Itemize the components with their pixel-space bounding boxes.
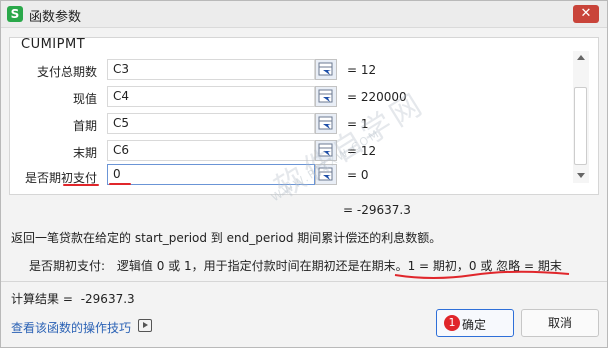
- function-arguments-dialog: S 函数参数 ✕ CUMIPMT 支付总期数 C3 = 12 现值 C4 = 2…: [0, 0, 608, 348]
- range-select-icon: [318, 62, 333, 76]
- scroll-thumb[interactable]: [574, 87, 587, 165]
- range-select-icon: [318, 89, 333, 103]
- close-icon: ✕: [580, 6, 592, 21]
- divider: [1, 281, 607, 282]
- parameter-description-label: 是否期初支付:: [29, 259, 106, 273]
- close-button[interactable]: ✕: [573, 5, 599, 23]
- param-label-pv: 现值: [72, 92, 97, 106]
- annotation-underline: [63, 184, 99, 186]
- function-description: 返回一笔贷款在给定的 start_period 到 end_period 期间累…: [11, 231, 442, 245]
- param-result-nper: = 12: [347, 63, 377, 77]
- param-label-end: 末期: [72, 146, 97, 160]
- cancel-button[interactable]: 取消: [521, 309, 599, 337]
- param-input-nper[interactable]: C3: [107, 59, 315, 80]
- scroll-down-icon[interactable]: [577, 173, 585, 178]
- wps-app-icon: S: [7, 6, 23, 22]
- param-input-pv[interactable]: C4: [107, 86, 315, 107]
- annotation-underline: [109, 183, 131, 185]
- video-icon[interactable]: [138, 319, 152, 332]
- annotation-wavy-underline: [394, 270, 570, 279]
- calculation-result-label: 计算结果 =: [11, 292, 73, 306]
- scroll-up-icon[interactable]: [577, 55, 585, 60]
- arguments-scrollbar[interactable]: [573, 51, 589, 183]
- param-label-nper: 支付总期数: [36, 65, 97, 79]
- function-name: CUMIPMT: [21, 37, 86, 52]
- param-label-start: 首期: [72, 119, 97, 133]
- formula-result: = -29637.3: [343, 203, 411, 217]
- param-result-type: = 0: [347, 168, 369, 182]
- play-icon: [143, 322, 148, 328]
- dialog-title: 函数参数: [29, 10, 82, 25]
- range-picker-button[interactable]: [315, 86, 337, 107]
- function-tips-link[interactable]: 查看该函数的操作技巧: [11, 319, 131, 336]
- ok-button[interactable]: 1 确定: [436, 309, 514, 337]
- calculation-result: 计算结果 = -29637.3: [11, 290, 135, 307]
- title-bar: S 函数参数 ✕: [1, 1, 607, 28]
- calculation-result-value: -29637.3: [80, 292, 135, 306]
- param-input-start[interactable]: C5: [107, 113, 315, 134]
- ok-button-label: 确定: [462, 318, 487, 332]
- range-picker-button[interactable]: [315, 59, 337, 80]
- step-badge: 1: [444, 315, 460, 331]
